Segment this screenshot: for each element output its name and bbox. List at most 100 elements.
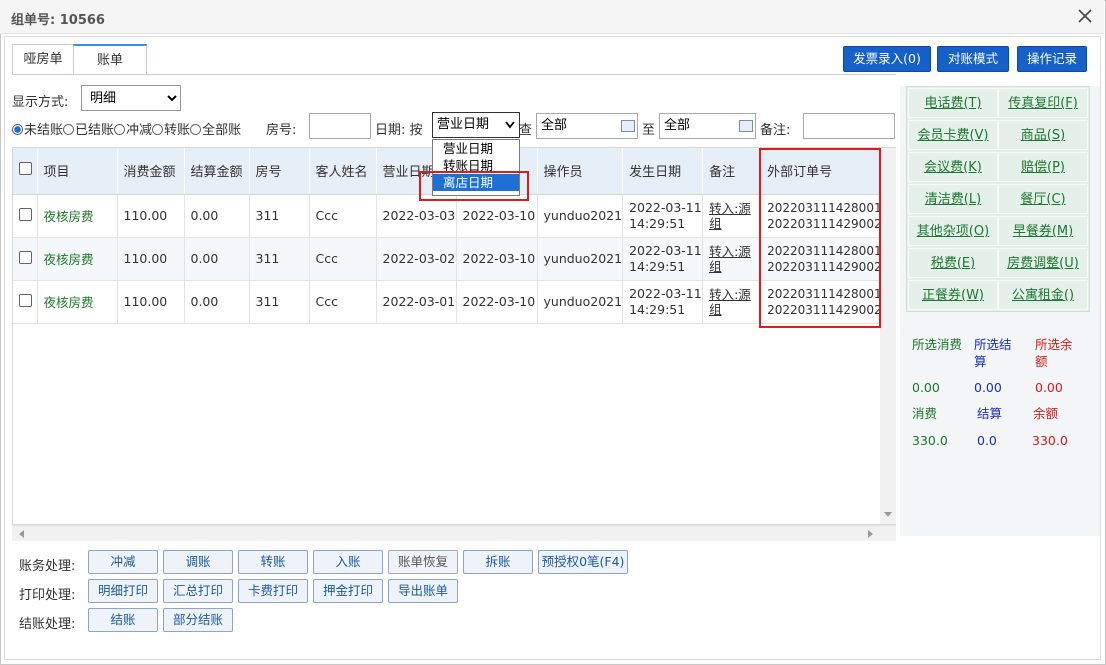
dropdown-option-biz-date[interactable]: 营业日期 <box>433 140 519 157</box>
preauth-button[interactable]: 预授权0笔(F4) <box>538 550 628 574</box>
restore-bill-button[interactable]: 账单恢复 <box>388 550 458 574</box>
shortcut-misc[interactable]: 其他杂项(O) <box>908 216 998 246</box>
row-checkbox[interactable] <box>19 250 32 264</box>
cell-remark[interactable]: 转入:源组 <box>702 194 762 238</box>
scroll-right-icon[interactable] <box>868 530 874 538</box>
tab-label: 账单 <box>96 53 123 68</box>
chevron-down-icon <box>505 121 515 129</box>
select-all-checkbox-cell[interactable] <box>13 148 38 195</box>
col-item[interactable]: 项目 <box>37 148 118 195</box>
col-guest[interactable]: 客人姓名 <box>309 148 377 195</box>
shortcut-cleaning[interactable]: 清洁费(L) <box>908 184 998 214</box>
shortcut-apartment-rent[interactable]: 公寓租金() <box>998 280 1088 310</box>
tab-underline <box>12 74 896 75</box>
tab-dummy-room[interactable]: 哑房单 <box>12 44 74 74</box>
scroll-down-icon[interactable] <box>884 512 892 518</box>
radio-dot <box>12 124 23 135</box>
col-settle[interactable]: 结算金额 <box>184 148 250 195</box>
cell-consume: 110.00 <box>117 237 185 281</box>
remark-link[interactable]: 转入:源 <box>709 201 760 216</box>
deposit-print-button[interactable]: 押金打印 <box>313 579 383 603</box>
dialog-title: 组单号: 10566 <box>11 13 105 28</box>
shortcut-meeting[interactable]: 会议费(K) <box>908 152 998 182</box>
cell-remark[interactable]: 转入:源组 <box>702 237 762 281</box>
shortcut-phone[interactable]: 电话费(T) <box>908 88 998 118</box>
shortcut-room-adjust[interactable]: 房费调整(U) <box>998 248 1088 278</box>
vertical-scrollbar[interactable] <box>880 148 896 524</box>
split-bill-button[interactable]: 拆账 <box>463 550 533 574</box>
tab-bill[interactable]: 账单 <box>73 44 147 74</box>
col-occur-date[interactable]: 发生日期 <box>622 148 704 195</box>
shortcut-fax[interactable]: 传真复印(F) <box>998 88 1088 118</box>
cell-operator: yunduo2021 <box>537 237 624 281</box>
shortcut-compensation[interactable]: 赔偿(P) <box>998 152 1088 182</box>
card-fee-print-button[interactable]: 卡费打印 <box>238 579 308 603</box>
remark-link[interactable]: 转入:源 <box>709 244 760 259</box>
shortcut-tax[interactable]: 税费(E) <box>908 248 998 278</box>
date-label: 日期: 按 <box>375 123 423 138</box>
radio-offset[interactable]: 冲减 <box>114 123 152 138</box>
table-row[interactable]: 夜核房费 110.00 0.00 311 Ccc 2022-03-01 2022… <box>13 280 887 324</box>
radio-unsettled[interactable]: 未结账 <box>12 123 63 138</box>
checkout-button[interactable]: 结账 <box>88 608 158 632</box>
shortcut-restaurant[interactable]: 餐厅(C) <box>998 184 1088 214</box>
detail-print-button[interactable]: 明细打印 <box>88 579 158 603</box>
invoice-entry-button[interactable]: 发票录入(0) <box>843 46 931 72</box>
close-icon[interactable] <box>1076 7 1094 25</box>
cell-remark[interactable]: 转入:源组 <box>702 280 762 324</box>
row-checkbox[interactable] <box>19 207 32 221</box>
summary-print-button[interactable]: 汇总打印 <box>163 579 233 603</box>
horizontal-scrollbar[interactable] <box>12 525 896 541</box>
query-label: 查 <box>519 123 533 138</box>
row-checkbox-cell[interactable] <box>13 237 38 281</box>
adjust-button[interactable]: 调账 <box>163 550 233 574</box>
cell-occur-date: 2022-03-11 14:29:51 <box>622 280 704 324</box>
calendar-icon[interactable] <box>739 120 753 132</box>
cell-room: 311 <box>249 237 310 281</box>
radio-all[interactable]: 全部账 <box>190 123 241 138</box>
remark-link[interactable]: 组 <box>709 259 760 274</box>
date-to-input[interactable]: 全部 <box>659 113 756 139</box>
transfer-button[interactable]: 转账 <box>238 550 308 574</box>
remark-input[interactable] <box>803 113 895 139</box>
row-checkbox-cell[interactable] <box>13 280 38 324</box>
export-bill-button[interactable]: 导出账单 <box>388 579 458 603</box>
date-from-input[interactable]: 全部 <box>536 113 638 139</box>
shortcut-goods[interactable]: 商品(S) <box>998 120 1088 150</box>
cell-occur-date: 2022-03-11 14:29:51 <box>622 194 704 238</box>
col-operator[interactable]: 操作员 <box>537 148 624 195</box>
partial-checkout-button[interactable]: 部分结账 <box>163 608 233 632</box>
col-remark[interactable]: 备注 <box>702 148 762 195</box>
room-input[interactable] <box>309 113 371 139</box>
col-room[interactable]: 房号 <box>249 148 310 195</box>
remark-link[interactable]: 组 <box>709 302 760 317</box>
remark-link[interactable]: 转入:源 <box>709 287 760 302</box>
consume-value: 330.0 <box>912 433 948 448</box>
operation-log-button[interactable]: 操作记录 <box>1017 46 1087 72</box>
radio-transfer[interactable]: 转账 <box>152 123 190 138</box>
select-all-checkbox[interactable] <box>19 162 32 176</box>
radio-settled[interactable]: 已结账 <box>63 123 114 138</box>
occur-time-text: 14:29:51 <box>629 215 686 231</box>
shortcut-breakfast[interactable]: 早餐券(M) <box>998 216 1088 246</box>
remark-link[interactable]: 组 <box>709 216 760 231</box>
row-checkbox-cell[interactable] <box>13 194 38 238</box>
col-consume[interactable]: 消费金额 <box>117 148 185 195</box>
post-button[interactable]: 入账 <box>313 550 383 574</box>
table-row[interactable]: 夜核房费 110.00 0.00 311 Ccc 2022-03-02 2022… <box>13 237 887 281</box>
print-processing-label: 打印处理: <box>19 588 76 603</box>
offset-button[interactable]: 冲减 <box>88 550 158 574</box>
reconcile-mode-button[interactable]: 对账模式 <box>937 46 1009 72</box>
shortcut-meal-voucher[interactable]: 正餐券(W) <box>908 280 998 310</box>
balance-value: 330.0 <box>1032 433 1068 448</box>
calendar-icon[interactable] <box>621 120 635 132</box>
to-label: 至 <box>642 123 656 138</box>
cell-item: 夜核房费 <box>37 194 118 238</box>
shortcut-member-card[interactable]: 会员卡费(V) <box>908 120 998 150</box>
date-mode-select[interactable]: 营业日期 <box>432 112 520 138</box>
scroll-left-icon[interactable] <box>18 530 24 538</box>
cell-transfer-date: 2022-03-10 <box>456 237 538 281</box>
row-checkbox[interactable] <box>19 293 32 307</box>
occur-date-text: 2022-03-11 <box>629 242 702 258</box>
display-mode-select[interactable]: 明细 <box>81 85 181 111</box>
